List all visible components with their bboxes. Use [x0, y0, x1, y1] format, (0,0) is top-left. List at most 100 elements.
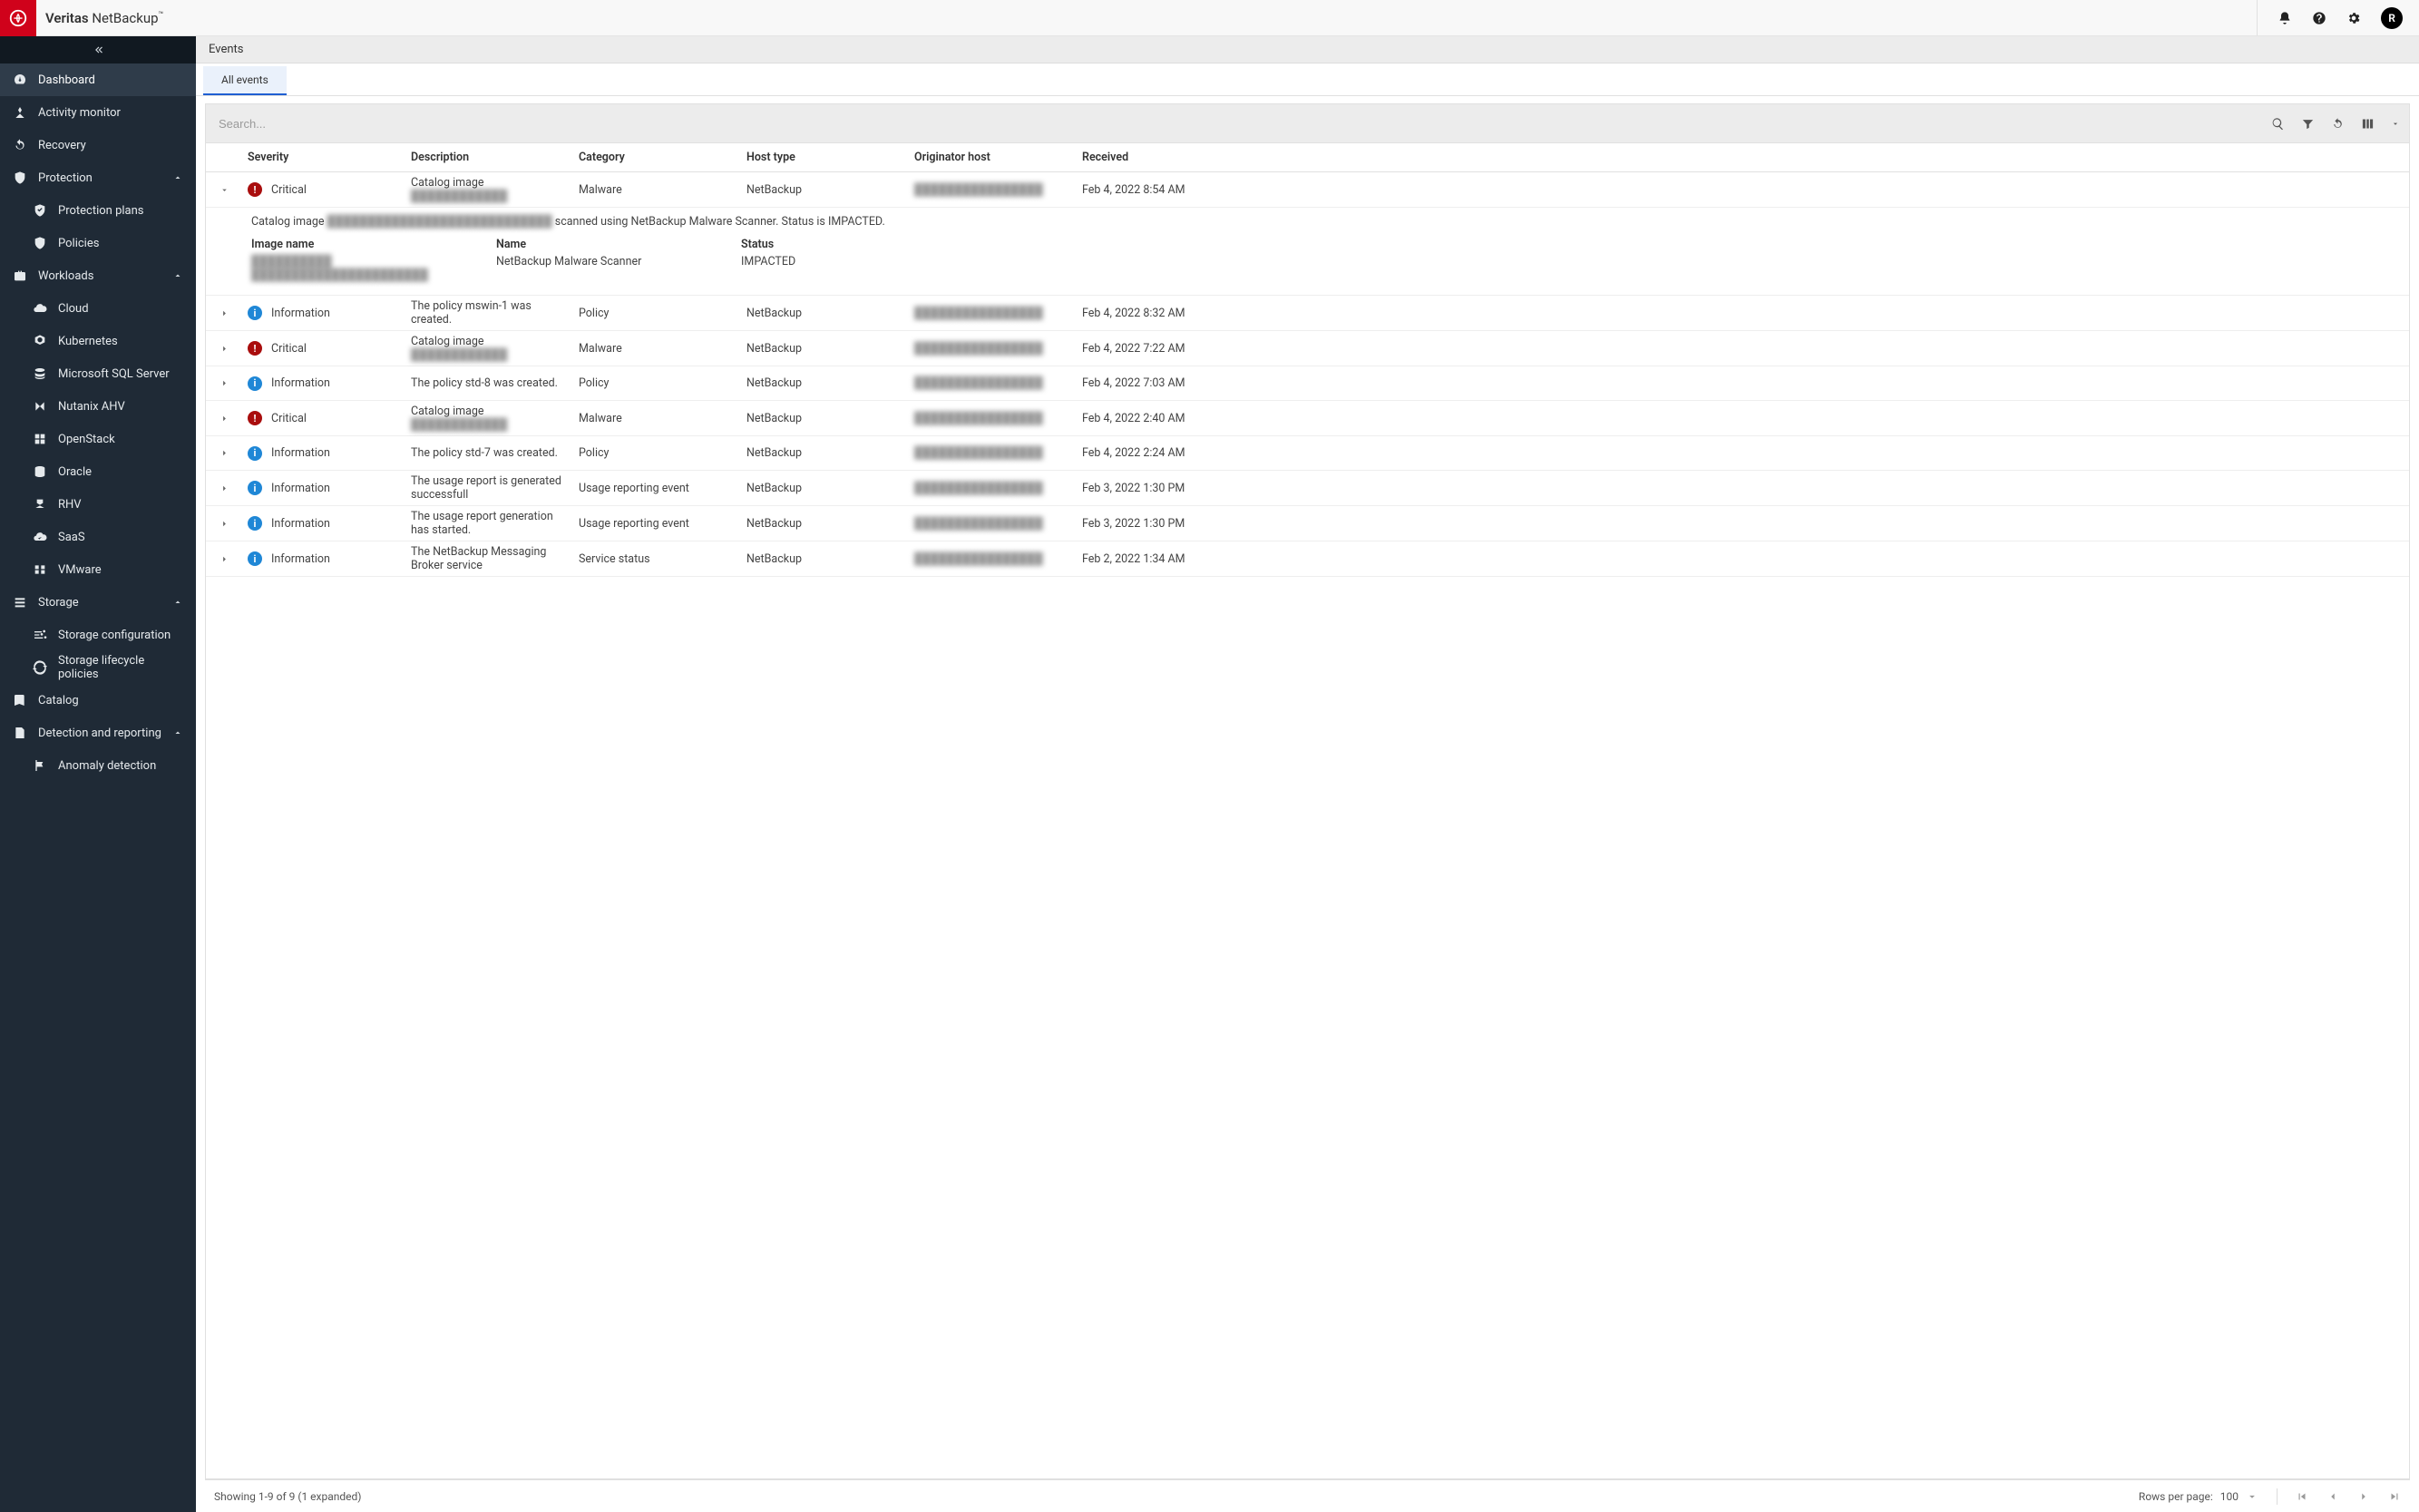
- row-expand-toggle[interactable]: [206, 483, 242, 493]
- row-expand-toggle[interactable]: [206, 554, 242, 564]
- columns-menu-chevron-icon[interactable]: [2391, 117, 2400, 131]
- sidebar-item-detection-and-reporting[interactable]: Detection and reporting: [0, 717, 196, 749]
- sidebar-item-rhv[interactable]: RHV: [0, 488, 196, 521]
- cell-originator: ████████████████: [909, 446, 1077, 460]
- row-expand-toggle[interactable]: [206, 378, 242, 388]
- cell-severity: !Critical: [242, 411, 405, 425]
- table-row[interactable]: iInformation The policy mswin-1 was crea…: [206, 296, 2409, 331]
- rows-per-page-chevron-icon[interactable]: [2246, 1490, 2258, 1503]
- row-expand-toggle[interactable]: [206, 448, 242, 458]
- col-originator[interactable]: Originator host: [909, 151, 1077, 164]
- sidebar-item-cloud[interactable]: Cloud: [0, 292, 196, 325]
- table-row[interactable]: !Critical Catalog image ████████████ Mal…: [206, 401, 2409, 436]
- sidebar-item-label: Detection and reporting: [38, 727, 172, 740]
- sidebar-item-label: Storage configuration: [58, 629, 183, 642]
- table-row[interactable]: !Critical Catalog image ████████████ Mal…: [206, 172, 2409, 208]
- table-row[interactable]: iInformation The policy std-8 was create…: [206, 366, 2409, 401]
- table-row[interactable]: iInformation The NetBackup Messaging Bro…: [206, 541, 2409, 577]
- cell-description: The policy std-7 was created.: [405, 446, 573, 460]
- row-expand-toggle[interactable]: [206, 414, 242, 424]
- sidebar-item-catalog[interactable]: Catalog: [0, 684, 196, 717]
- sidebar-item-label: Storage: [38, 596, 172, 610]
- cell-host-type: NetBackup: [741, 342, 909, 356]
- notifications-icon[interactable]: [2278, 11, 2292, 25]
- row-expand-toggle[interactable]: [206, 308, 242, 318]
- page-last-icon[interactable]: [2388, 1490, 2401, 1503]
- cell-description: The usage report generation has started.: [405, 510, 573, 537]
- detail-name-value: NetBackup Malware Scanner: [496, 255, 714, 268]
- columns-icon[interactable]: [2361, 117, 2375, 131]
- sidebar-item-storage[interactable]: Storage: [0, 586, 196, 619]
- sidebar-item-workloads[interactable]: Workloads: [0, 259, 196, 292]
- col-description[interactable]: Description: [405, 151, 573, 164]
- cell-severity: iInformation: [242, 516, 405, 531]
- cell-received: Feb 4, 2022 7:22 AM: [1077, 342, 1267, 356]
- sidebar-item-label: Oracle: [58, 465, 183, 479]
- page-next-icon[interactable]: [2357, 1490, 2370, 1503]
- cell-originator: ████████████████: [909, 342, 1077, 356]
- events-table: Severity Description Category Host type …: [205, 143, 2410, 1479]
- sidebar-item-protection[interactable]: Protection: [0, 161, 196, 194]
- row-expand-toggle[interactable]: [206, 185, 242, 195]
- help-icon[interactable]: [2312, 11, 2326, 25]
- sidebar-item-policies[interactable]: Policies: [0, 227, 196, 259]
- sidebar-item-label: Catalog: [38, 694, 183, 707]
- row-expand-toggle[interactable]: [206, 519, 242, 529]
- cell-originator: ████████████████: [909, 412, 1077, 425]
- search-input[interactable]: [215, 112, 2271, 136]
- pager-summary: Showing 1-9 of 9 (1 expanded): [214, 1490, 361, 1503]
- cell-received: Feb 4, 2022 2:24 AM: [1077, 446, 1267, 460]
- filter-icon[interactable]: [2301, 117, 2315, 131]
- sidebar-item-vmware[interactable]: VMware: [0, 553, 196, 586]
- sidebar-item-label: Storage lifecycle policies: [58, 654, 183, 681]
- critical-icon: !: [248, 411, 262, 425]
- refresh-icon[interactable]: [2331, 117, 2345, 131]
- table-row[interactable]: iInformation The usage report generation…: [206, 506, 2409, 541]
- sidebar-item-label: Policies: [58, 237, 183, 250]
- detail-name-label: Name: [496, 238, 714, 251]
- sidebar-item-oracle[interactable]: Oracle: [0, 455, 196, 488]
- cell-category: Policy: [573, 307, 741, 320]
- col-category[interactable]: Category: [573, 151, 741, 164]
- settings-icon[interactable]: [2346, 11, 2361, 25]
- sidebar-item-label: SaaS: [58, 531, 183, 544]
- cell-originator: ████████████████: [909, 552, 1077, 566]
- sidebar-item-kubernetes[interactable]: Kubernetes: [0, 325, 196, 357]
- sidebar-item-nutanix-ahv[interactable]: Nutanix AHV: [0, 390, 196, 423]
- sidebar-item-dashboard[interactable]: Dashboard: [0, 63, 196, 96]
- search-icon[interactable]: [2271, 117, 2285, 131]
- rows-per-page-value[interactable]: 100: [2220, 1490, 2239, 1503]
- sidebar-item-label: Recovery: [38, 139, 183, 152]
- sidebar-item-storage-configuration[interactable]: Storage configuration: [0, 619, 196, 651]
- sidebar-item-microsoft-sql-server[interactable]: Microsoft SQL Server: [0, 357, 196, 390]
- sidebar: DashboardActivity monitor Recovery Protect…: [0, 36, 196, 1512]
- sidebar-item-saas[interactable]: SaaS: [0, 521, 196, 553]
- cell-category: Policy: [573, 446, 741, 460]
- col-severity[interactable]: Severity: [242, 151, 405, 164]
- sidebar-item-openstack[interactable]: OpenStack: [0, 423, 196, 455]
- page-prev-icon[interactable]: [2326, 1490, 2339, 1503]
- cell-description: Catalog image ████████████: [405, 335, 573, 362]
- table-row[interactable]: iInformation The policy std-7 was create…: [206, 436, 2409, 471]
- cell-originator: ████████████████: [909, 482, 1077, 495]
- sidebar-item-anomaly-detection[interactable]: Anomaly detection: [0, 749, 196, 782]
- sidebar-item-storage-lifecycle-policies[interactable]: Storage lifecycle policies: [0, 651, 196, 684]
- row-expand-toggle[interactable]: [206, 344, 242, 354]
- cell-description: Catalog image ████████████: [405, 176, 573, 203]
- col-received[interactable]: Received: [1077, 151, 1267, 164]
- col-host-type[interactable]: Host type: [741, 151, 909, 164]
- page-title: Events: [196, 36, 2419, 63]
- detail-status-value: IMPACTED: [741, 255, 922, 268]
- sidebar-item-label: VMware: [58, 563, 183, 577]
- page-first-icon[interactable]: [2296, 1490, 2308, 1503]
- sidebar-item-activity-monitor[interactable]: Activity monitor: [0, 96, 196, 129]
- tab-all-events[interactable]: All events: [203, 66, 287, 95]
- table-row[interactable]: iInformation The usage report is generat…: [206, 471, 2409, 506]
- sidebar-collapse[interactable]: [0, 36, 196, 63]
- sidebar-item-protection-plans[interactable]: Protection plans: [0, 194, 196, 227]
- brand-title: Veritas NetBackup™: [45, 10, 163, 26]
- table-row[interactable]: !Critical Catalog image ████████████ Mal…: [206, 331, 2409, 366]
- sidebar-item-recovery[interactable]: Recovery: [0, 129, 196, 161]
- user-avatar[interactable]: R: [2381, 7, 2403, 29]
- rows-per-page-label: Rows per page:: [2139, 1490, 2213, 1503]
